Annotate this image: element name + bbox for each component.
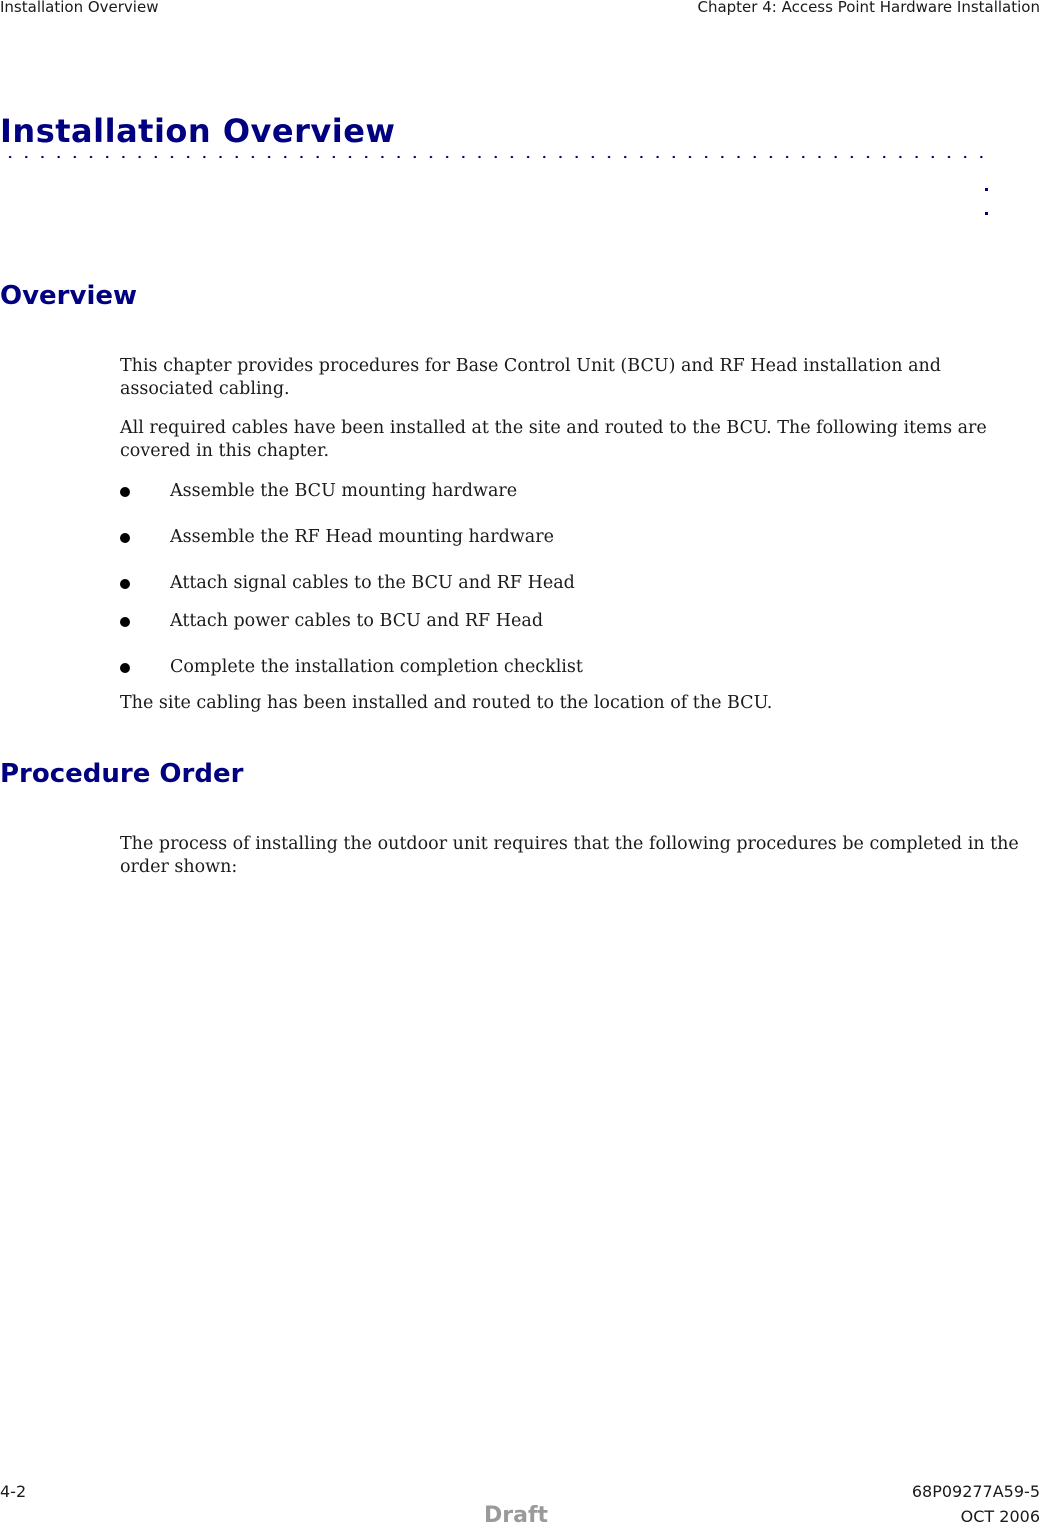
overview-paragraph-2: All required cables have been installed … (120, 418, 987, 461)
bullet-icon (120, 617, 130, 627)
title-dotted-rule (2, 148, 986, 168)
bullet-text: Attach signal cables to the BCU and RF H… (170, 573, 575, 593)
bullet-icon (120, 663, 130, 673)
title-dotted-rule-tail-1 (985, 188, 988, 191)
footer-page-number: 4-2 (0, 1482, 27, 1501)
running-header-chapter: Chapter 4: Access Point Hardware Install… (697, 0, 1040, 16)
procedure-order-paragraph: The process of installing the outdoor un… (120, 834, 1019, 877)
bullet-icon (120, 579, 130, 589)
bullet-text: Assemble the BCU mounting hardware (170, 481, 518, 501)
running-header-section: Installation Overview (0, 0, 159, 16)
bullet-text: Attach power cables to BCU and RF Head (170, 611, 544, 631)
title-dotted-rule-tail-2 (985, 212, 988, 215)
section-heading-overview: Overview (0, 281, 138, 311)
overview-paragraph-1: This chapter provides procedures for Bas… (120, 356, 941, 399)
bullet-icon (120, 533, 130, 543)
bullet-text: Assemble the RF Head mounting hardware (170, 527, 554, 547)
page-title: Installation Overview (0, 112, 396, 150)
overview-closing-paragraph: The site cabling has been installed and … (120, 693, 773, 713)
footer-doc-number: 68P09277A59-5 (911, 1482, 1040, 1501)
bullet-icon (120, 487, 130, 497)
bullet-text: Complete the installation completion che… (170, 657, 583, 677)
draft-watermark: Draft (484, 1503, 549, 1528)
footer-date: OCT 2006 (960, 1507, 1040, 1526)
section-heading-procedure-order: Procedure Order (0, 759, 244, 789)
